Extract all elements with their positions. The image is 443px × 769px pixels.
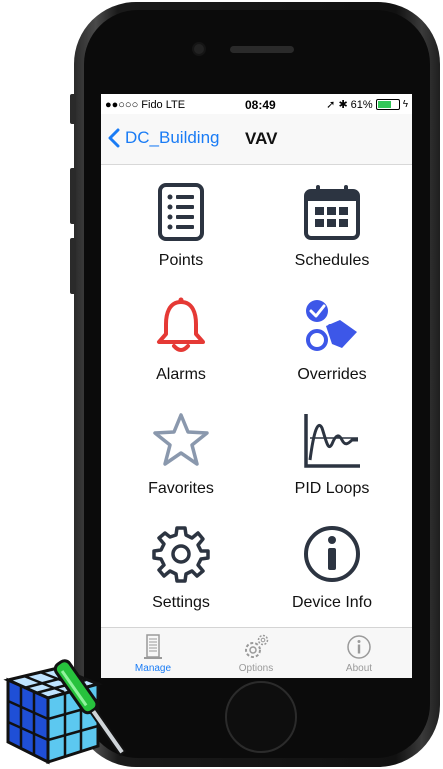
bell-icon xyxy=(157,297,205,352)
tile-alarms[interactable]: Alarms xyxy=(106,280,256,390)
carrier-signal: ●●○○○ Fido LTE xyxy=(105,99,186,111)
location-bluetooth-icon: ➚ ✱ xyxy=(326,99,348,111)
tab-about[interactable]: About xyxy=(309,628,409,678)
tile-schedules[interactable]: Schedules xyxy=(257,166,407,276)
navigation-bar: DC_Building VAV xyxy=(101,114,412,165)
tile-label: PID Loops xyxy=(294,480,370,497)
clock: 08:49 xyxy=(245,98,276,112)
app-logo-cube-screwdriver-icon xyxy=(3,659,127,765)
charging-icon: ϟ xyxy=(402,99,408,110)
info-icon xyxy=(347,635,371,659)
battery-percent: 61% xyxy=(350,98,373,111)
tab-label: Options xyxy=(238,663,274,674)
page-title: VAV xyxy=(245,129,278,148)
pid-graph-icon xyxy=(304,414,360,468)
mute-switch xyxy=(70,94,76,124)
tile-settings[interactable]: Settings xyxy=(106,508,256,618)
volume-down-button xyxy=(70,238,76,294)
tile-pid-loops[interactable]: PID Loops xyxy=(257,394,407,504)
server-icon xyxy=(144,634,162,659)
status-right: ➚ ✱ 61% ϟ xyxy=(326,98,408,112)
tile-device-info[interactable]: Device Info xyxy=(257,508,407,618)
tab-options[interactable]: Options xyxy=(206,628,306,678)
tile-label: Points xyxy=(158,252,204,269)
tile-overrides[interactable]: Overrides xyxy=(257,280,407,390)
list-icon xyxy=(158,183,204,241)
back-button-label: DC_Building xyxy=(125,128,220,147)
override-icon xyxy=(306,300,357,351)
tile-points[interactable]: Points xyxy=(106,166,256,276)
tile-label: Settings xyxy=(152,594,210,611)
gears-icon xyxy=(245,634,269,658)
tile-label: Device Info xyxy=(291,594,373,611)
tab-bar: Manage Options About xyxy=(101,627,412,678)
info-icon xyxy=(304,526,360,582)
tile-favorites[interactable]: Favorites xyxy=(106,394,256,504)
battery-icon xyxy=(375,99,400,110)
tab-label: About xyxy=(345,663,373,674)
back-button[interactable]: DC_Building xyxy=(107,128,220,148)
calendar-icon xyxy=(304,185,360,240)
chevron-left-icon xyxy=(108,128,120,148)
earpiece-speaker xyxy=(230,46,294,53)
tile-label: Overrides xyxy=(297,366,367,383)
tab-label: Manage xyxy=(134,663,172,674)
status-bar: ●●○○○ Fido LTE 08:49 ➚ ✱ 61% ϟ xyxy=(101,94,412,114)
home-button[interactable] xyxy=(225,681,297,753)
tile-label: Favorites xyxy=(148,480,214,497)
tile-label: Alarms xyxy=(156,366,206,383)
gear-icon xyxy=(152,526,210,583)
volume-up-button xyxy=(70,168,76,224)
star-icon xyxy=(153,413,209,466)
app-screen: ●●○○○ Fido LTE 08:49 ➚ ✱ 61% ϟ DC_Buildi… xyxy=(101,94,412,678)
front-camera xyxy=(194,44,204,54)
tile-label: Schedules xyxy=(294,252,370,269)
